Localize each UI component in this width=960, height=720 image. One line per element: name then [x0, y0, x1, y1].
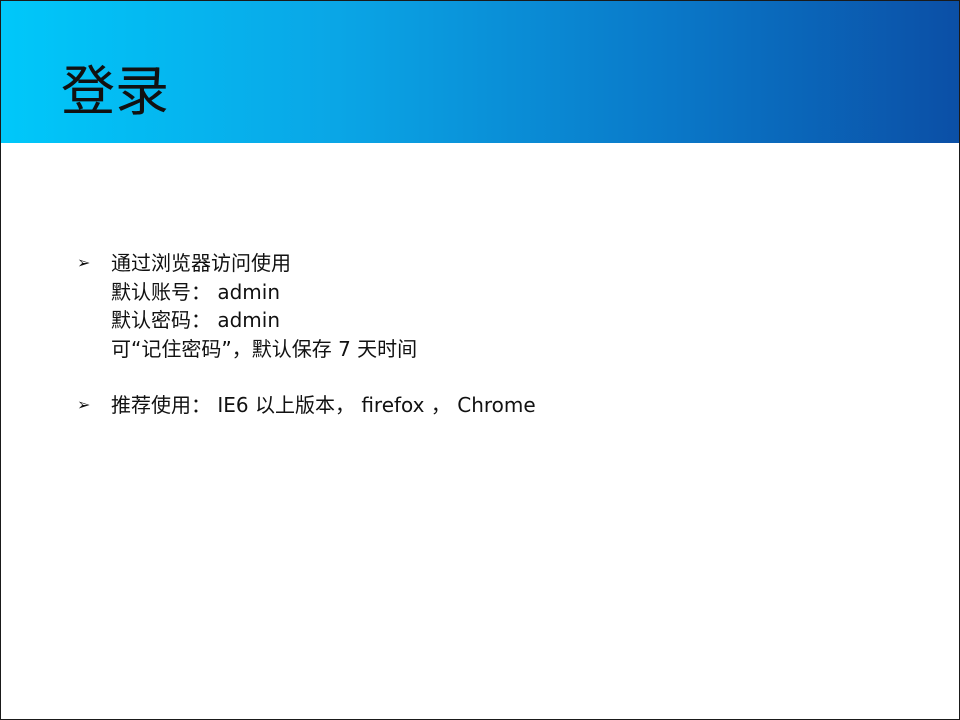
- bullet-line-access: 通过浏览器访问使用: [111, 251, 291, 275]
- slide-body: ➢ 通过浏览器访问使用 默认账号： admin 默认密码： admin 可“记住…: [77, 249, 917, 420]
- bullet-item-browser-access: ➢ 通过浏览器访问使用 默认账号： admin 默认密码： admin 可“记住…: [77, 249, 917, 363]
- slide-title: 登录: [61, 60, 169, 123]
- arrow-bullet-icon: ➢: [77, 395, 91, 414]
- arrow-bullet-icon: ➢: [77, 253, 91, 272]
- bullet-item-recommended-browsers: ➢ 推荐使用： IE6 以上版本， firefox ， Chrome: [77, 391, 917, 420]
- bullet-line-recommended: 推荐使用： IE6 以上版本， firefox ， Chrome: [111, 393, 536, 417]
- bullet-line-default-password: 默认密码： admin: [111, 308, 281, 332]
- bullet-line-remember-password: 可“记住密码”，默认保存 7 天时间: [111, 336, 418, 361]
- slide: 登录 ➢ 通过浏览器访问使用 默认账号： admin 默认密码： admin 可…: [0, 0, 960, 720]
- bullet-line-default-account: 默认账号： admin: [111, 279, 281, 304]
